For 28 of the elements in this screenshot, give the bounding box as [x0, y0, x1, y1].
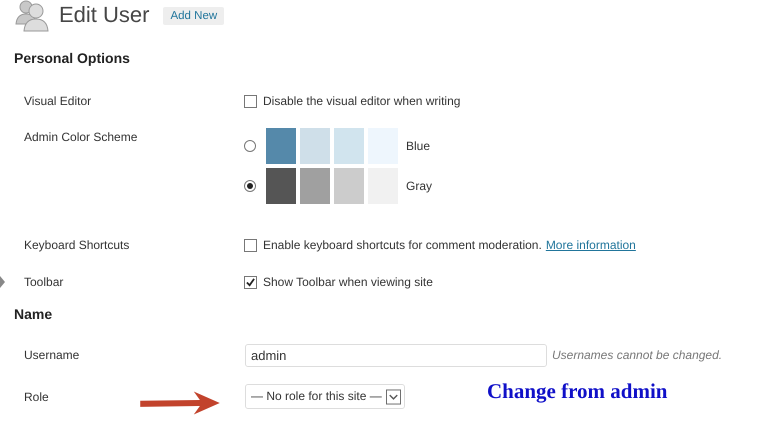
annotation-text: Change from admin — [487, 379, 668, 404]
field-label: Keyboard Shortcuts — [24, 237, 130, 254]
checkbox-label: Enable keyboard shortcuts for comment moderation. — [263, 237, 542, 254]
scheme-name: Blue — [406, 138, 430, 154]
checkbox[interactable] — [244, 239, 257, 252]
section-heading: Personal Options — [13, 49, 131, 68]
more-information-link[interactable]: More information — [546, 236, 636, 255]
username-field[interactable]: admin — [245, 344, 547, 367]
checkbox-label: Disable the visual editor when writing — [263, 93, 460, 110]
checkbox[interactable] — [244, 95, 257, 108]
checkbox-label: Show Toolbar when viewing site — [263, 274, 433, 291]
chevron-down-icon — [386, 388, 401, 404]
field-label: Admin Color Scheme — [24, 129, 138, 146]
field-label: Toolbar — [24, 274, 64, 291]
radio-button[interactable] — [244, 180, 256, 192]
field-label: Role — [24, 389, 49, 406]
users-icon — [15, 0, 49, 32]
checkmark-icon — [246, 278, 255, 287]
add-new-button[interactable]: Add New — [163, 6, 224, 24]
checkbox[interactable] — [244, 276, 257, 289]
field-label: Username — [24, 347, 80, 364]
field-note: Usernames cannot be changed. — [552, 347, 722, 364]
role-dropdown[interactable]: — No role for this site — — [245, 384, 405, 409]
section-heading: Name — [13, 305, 54, 324]
scheme-name: Gray — [406, 178, 432, 194]
field-label: Visual Editor — [24, 93, 92, 110]
radio-button[interactable] — [244, 140, 256, 152]
page-title: Edit User — [59, 2, 150, 28]
